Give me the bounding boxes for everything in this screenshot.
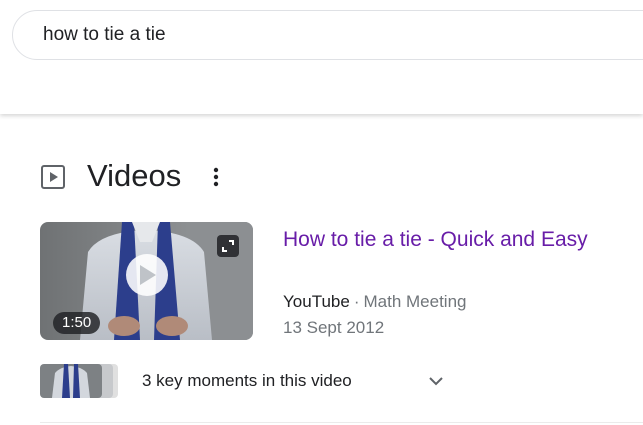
key-moments-thumbnails <box>40 364 120 398</box>
play-square-icon <box>41 165 65 189</box>
expand-icon[interactable] <box>217 235 239 257</box>
video-channel: Math Meeting <box>363 292 467 311</box>
play-icon <box>140 265 156 285</box>
chevron-down-icon[interactable] <box>428 373 444 389</box>
video-thumbnail[interactable]: 1:50 <box>40 222 253 340</box>
search-box[interactable] <box>12 10 643 60</box>
key-moments-toggle[interactable]: 3 key moments in this video <box>40 362 460 400</box>
search-input[interactable] <box>43 24 443 46</box>
videos-section-title: Videos <box>87 158 182 193</box>
meta-separator: · <box>353 292 360 311</box>
key-moment-thumb <box>40 364 102 398</box>
search-header <box>0 0 643 114</box>
search-results-page: Videos <box>0 0 643 425</box>
more-vert-icon[interactable] <box>208 164 224 190</box>
video-result: 1:50 How to tie a tie - Quick and Easy Y… <box>40 222 643 342</box>
play-button[interactable] <box>126 254 168 296</box>
video-title-link[interactable]: How to tie a tie - Quick and Easy <box>283 228 588 252</box>
key-moments-label: 3 key moments in this video <box>142 371 352 390</box>
video-date: 13 Sept 2012 <box>283 318 385 337</box>
video-source: YouTube <box>283 292 350 311</box>
divider <box>40 422 643 423</box>
video-source-line: YouTube · Math Meeting <box>283 292 466 312</box>
video-duration-badge: 1:50 <box>53 312 101 334</box>
